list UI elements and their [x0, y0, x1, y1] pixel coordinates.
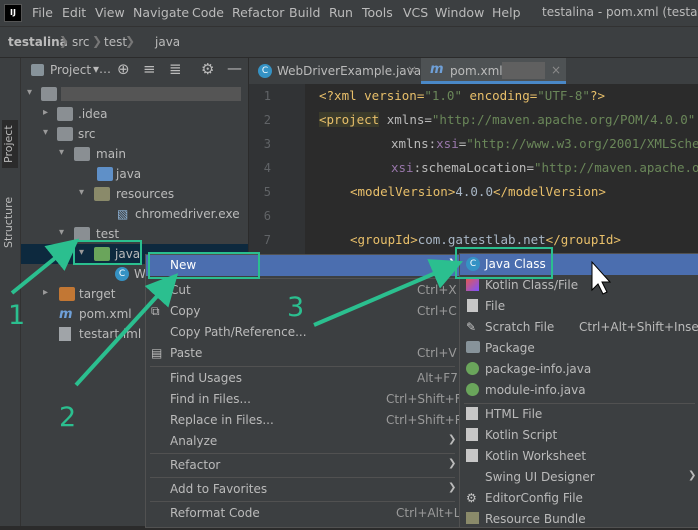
annotation-number-3: 3 — [287, 292, 305, 323]
annotation-number-2: 2 — [59, 402, 77, 433]
annotation-arrows — [10, 238, 612, 387]
mouse-cursor-icon — [591, 260, 612, 295]
arrow-2 — [74, 273, 179, 387]
annotation-number-1: 1 — [8, 300, 26, 331]
arrow-3 — [313, 259, 464, 327]
arrow-1 — [10, 238, 80, 295]
